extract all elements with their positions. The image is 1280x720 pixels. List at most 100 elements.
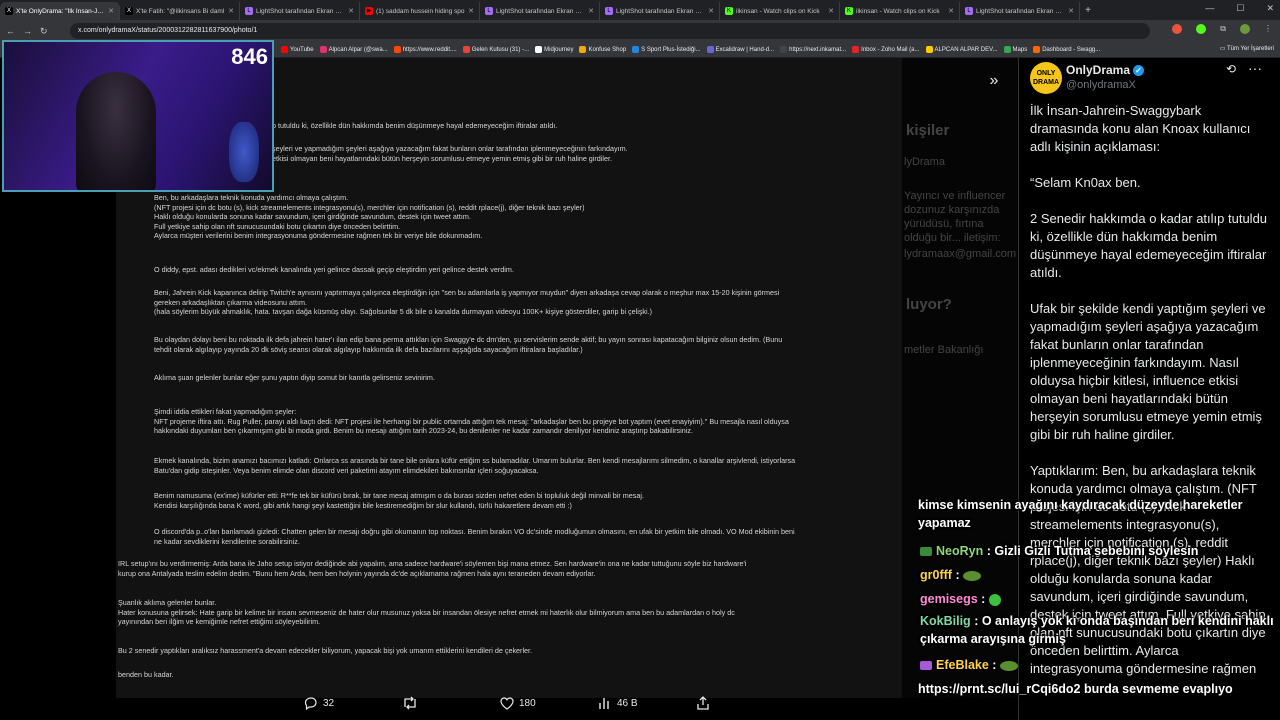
- expand-sidebar-icon[interactable]: »: [982, 72, 1006, 94]
- browser-tab[interactable]: L LightShot tarafından Ekran Gör ✕: [600, 2, 720, 20]
- chat-message: KokBilig : O anlayış yok ki onda başında…: [920, 612, 1276, 648]
- browser-tab[interactable]: Kilkinsan - Watch clips on Kick ✕: [720, 2, 840, 20]
- bookmark-label: Gelen Kutusu (31) -...: [471, 46, 530, 53]
- chat-message: gemisegs :: [920, 590, 1001, 608]
- bookmark-favicon-icon: [780, 46, 788, 53]
- browser-tab[interactable]: L LightShot tarafından Ekran Gör ✕: [960, 2, 1080, 20]
- reload-icon[interactable]: ↻: [40, 26, 48, 37]
- document-paragraph: Beni, Jahrein Kick kapanınca delirip Twi…: [154, 288, 780, 317]
- lamp-glow: [229, 122, 259, 182]
- bookmark-item[interactable]: Alpcan Alpar (@swa...: [319, 46, 388, 53]
- browser-tab[interactable]: L LightShot tarafından Ekran Gör ✕: [480, 2, 600, 20]
- bookmark-label: ALPCAN ALPAR DEV...: [934, 46, 998, 53]
- back-icon[interactable]: ←: [6, 26, 15, 36]
- chat-username[interactable]: NeoRyn: [936, 544, 983, 558]
- close-tab-icon[interactable]: ✕: [228, 7, 234, 15]
- author-name[interactable]: OnlyDrama ✓: [1066, 63, 1145, 77]
- author-handle[interactable]: @onlydramaX: [1066, 79, 1136, 91]
- share-button[interactable]: [696, 696, 710, 710]
- chat-username[interactable]: KokBilig: [920, 614, 971, 628]
- grok-icon[interactable]: ⟲: [1226, 62, 1236, 76]
- reply-button[interactable]: 32: [304, 696, 334, 710]
- menu-icon[interactable]: ⋮: [1264, 24, 1272, 34]
- chat-message: EfeBlake :: [920, 656, 1018, 674]
- tab-title: X'te OnlyDrama: "İlk İnsan-Jahrein: [16, 7, 105, 15]
- address-bar[interactable]: x.com/onlydramaX/status/2000312282811637…: [70, 23, 1150, 39]
- like-count: 180: [519, 697, 536, 709]
- bookmark-item[interactable]: Dashboard - Swagg...: [1033, 46, 1100, 53]
- tab-favicon-icon: K: [725, 7, 733, 15]
- browser-tab[interactable]: XX'te OnlyDrama: "İlk İnsan-Jahrein✕: [0, 2, 120, 20]
- close-tab-icon[interactable]: ✕: [708, 7, 714, 15]
- bookmark-favicon-icon: [462, 46, 470, 53]
- repost-button[interactable]: [402, 696, 423, 710]
- dimmed-text: olduğu bir... iletişim:: [904, 232, 1001, 244]
- chat-text: : Gizli Gizli Tutma sebebini söylesin: [986, 544, 1199, 558]
- views-button[interactable]: 46 B: [598, 697, 638, 710]
- bookmark-item[interactable]: ALPCAN ALPAR DEV...: [925, 46, 998, 53]
- tab-favicon-icon: ▶: [365, 7, 373, 15]
- bookmark-label: Konfuse Shop: [588, 46, 627, 53]
- extension-icon[interactable]: [1172, 24, 1183, 34]
- profile-avatar[interactable]: [1240, 24, 1250, 34]
- forward-icon[interactable]: →: [23, 26, 32, 36]
- puzzle-icon[interactable]: ⧉: [1220, 24, 1226, 34]
- bookmark-item[interactable]: S Sport Plus-İstediği...: [632, 46, 701, 53]
- window-controls: — ☐ ✕: [1205, 3, 1274, 14]
- webcam-overlay: 846: [2, 40, 274, 192]
- new-tab-button[interactable]: +: [1080, 5, 1096, 16]
- bookmark-favicon-icon: [281, 46, 288, 53]
- bookmark-item[interactable]: https://next.inkamat...: [780, 46, 846, 53]
- chat-username[interactable]: gemisegs: [920, 592, 978, 606]
- minimize-button[interactable]: —: [1205, 3, 1214, 14]
- chat-message: https://prnt.sc/lui_rCqi6do2 burda sevme…: [918, 680, 1258, 698]
- document-paragraph: Aklıma şuan gelenler bunlar eğer şunu ya…: [154, 373, 435, 382]
- close-tab-icon[interactable]: ✕: [828, 7, 834, 15]
- close-tab-icon[interactable]: ✕: [588, 7, 594, 15]
- extension-icon[interactable]: [1196, 24, 1207, 34]
- bookmark-label: Inbox - Zoho Mail (a...: [861, 46, 920, 53]
- like-button[interactable]: 180: [500, 696, 536, 710]
- close-tab-icon[interactable]: ✕: [468, 7, 474, 15]
- bookmark-item[interactable]: YouTube: [281, 46, 314, 53]
- close-tab-icon[interactable]: ✕: [108, 7, 114, 15]
- chat-username[interactable]: gr0fff: [920, 568, 952, 582]
- bookmark-favicon-icon: [852, 46, 860, 53]
- tab-favicon-icon: X: [5, 7, 13, 15]
- close-tab-icon[interactable]: ✕: [1068, 7, 1074, 15]
- all-bookmarks-button[interactable]: ▭ Tüm Yer İşaretleri: [1220, 45, 1274, 52]
- tab-list: XX'te OnlyDrama: "İlk İnsan-Jahrein✕XX't…: [0, 0, 1080, 20]
- tab-favicon-icon: X: [125, 7, 133, 15]
- bookmark-item[interactable]: Inbox - Zoho Mail (a...: [852, 46, 920, 53]
- browser-tab[interactable]: Kilkinsan - Watch clips on Kick ✕: [840, 2, 960, 20]
- bookmark-item[interactable]: Gelen Kutusu (31) -...: [462, 46, 530, 53]
- bookmark-item[interactable]: Konfuse Shop: [579, 46, 626, 53]
- browser-tab[interactable]: L LightShot tarafından Ekran Gör ✕: [240, 2, 360, 20]
- bookmark-label: YouTube: [290, 46, 314, 53]
- more-options-icon[interactable]: ···: [1248, 60, 1262, 76]
- tab-title: LightShot tarafından Ekran Gör: [256, 7, 346, 15]
- dimmed-text: lyDrama: [904, 156, 945, 168]
- emote-icon: [963, 570, 982, 581]
- avatar[interactable]: ONLY DRAMA: [1030, 62, 1062, 94]
- bookmark-item[interactable]: Excalidraw | Hand-d...: [706, 46, 775, 53]
- bookmark-favicon-icon: [925, 46, 933, 53]
- browser-tab[interactable]: X X'te Fatih: "@ilkinsans Bi daml ✕: [120, 2, 240, 20]
- tab-favicon-icon: L: [485, 7, 493, 15]
- view-count: 46 B: [617, 697, 638, 709]
- bookmark-item[interactable]: Midjourney: [535, 46, 573, 53]
- close-window-button[interactable]: ✕: [1266, 3, 1274, 14]
- document-paragraph: O discord'da p..o'ları banlamadı gizledi…: [154, 527, 795, 546]
- reply-count: 32: [323, 697, 335, 709]
- toolbar-extensions: ⧉ ⋮: [1172, 24, 1272, 34]
- bookmark-label: Excalidraw | Hand-d...: [715, 46, 775, 53]
- bookmark-item[interactable]: https://www.reddit....: [393, 46, 457, 53]
- tab-favicon-icon: L: [965, 7, 973, 15]
- close-tab-icon[interactable]: ✕: [948, 7, 954, 15]
- bookmark-item[interactable]: Maps: [1003, 46, 1027, 53]
- chat-username[interactable]: EfeBlake: [936, 658, 989, 672]
- verified-badge-icon: ✓: [1133, 65, 1145, 77]
- browser-tab[interactable]: ▶ (1) saddam hussein hiding spo ✕: [360, 2, 480, 20]
- maximize-button[interactable]: ☐: [1236, 3, 1244, 14]
- close-tab-icon[interactable]: ✕: [348, 7, 354, 15]
